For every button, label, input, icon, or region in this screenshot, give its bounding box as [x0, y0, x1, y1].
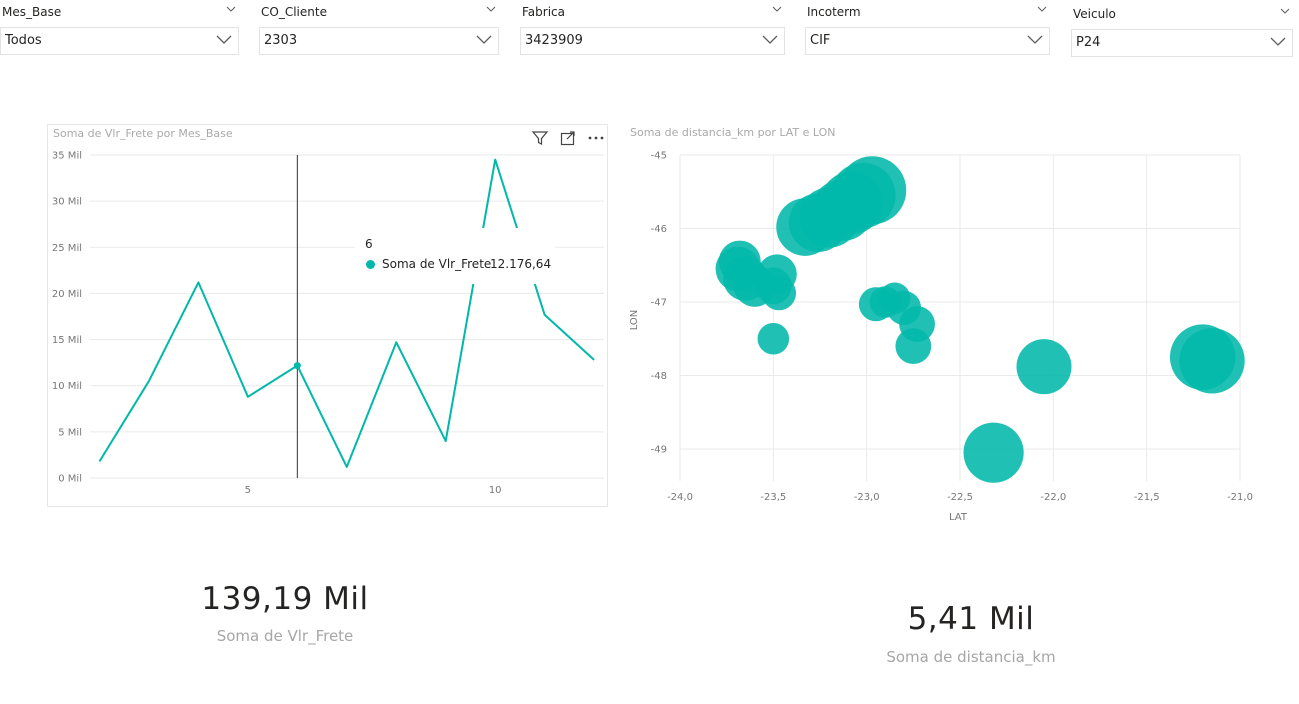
slicer-dropdown[interactable]: Todos: [0, 27, 239, 55]
chevron-down-icon[interactable]: [771, 3, 783, 15]
slicer-mes-base: Mes_Base Todos: [0, 0, 239, 58]
focus-mode-icon[interactable]: [559, 129, 577, 147]
card-label-distancia: Soma de distancia_km: [886, 648, 1056, 666]
chevron-down-icon: [1270, 37, 1286, 46]
slicer-value: P24: [1076, 35, 1101, 50]
tooltip-series-value: 12.176,64: [490, 257, 552, 271]
card-value-vlr-frete: 139,19 Mil: [201, 581, 369, 617]
slicer-value: 2303: [264, 33, 298, 48]
slicer-label: Fabrica: [522, 5, 565, 19]
slicer-header: Mes_Base: [0, 0, 239, 24]
scatter-chart-visual[interactable]: Soma de distancia_km por LAT e LON: [626, 124, 1256, 524]
chart-title: Soma de distancia_km por LAT e LON: [630, 126, 836, 139]
slicer-header: CO_Cliente: [259, 0, 499, 24]
slicer-dropdown[interactable]: 2303: [259, 27, 499, 55]
slicer-value: CIF: [810, 33, 831, 48]
slicer-header: Fabrica: [520, 0, 785, 24]
slicer-label: Incoterm: [807, 5, 861, 19]
more-options-icon[interactable]: [587, 129, 605, 147]
chevron-down-icon: [216, 35, 232, 44]
slicer-veiculo: Veiculo P24: [1071, 2, 1293, 60]
chevron-down-icon[interactable]: [1036, 3, 1048, 15]
slicer-value: Todos: [5, 33, 42, 48]
chevron-down-icon[interactable]: [225, 3, 237, 15]
chevron-down-icon: [1027, 35, 1043, 44]
slicer-dropdown[interactable]: CIF: [805, 27, 1050, 55]
slicer-dropdown[interactable]: P24: [1071, 29, 1293, 57]
card-value-distancia: 5,41 Mil: [907, 601, 1035, 637]
slicer-label: CO_Cliente: [261, 5, 327, 19]
slicer-header: Veiculo: [1071, 2, 1293, 26]
chevron-down-icon: [476, 35, 492, 44]
slicer-label: Mes_Base: [2, 5, 62, 19]
tooltip-series-dot: [366, 260, 375, 269]
line-chart-visual[interactable]: Soma de Vlr_Frete por Mes_Base: [47, 124, 608, 507]
slicer-label: Veiculo: [1073, 7, 1116, 21]
filter-icon[interactable]: [531, 129, 549, 147]
tooltip-header: 6: [365, 237, 373, 251]
chevron-down-icon: [762, 35, 778, 44]
slicer-header: Incoterm: [805, 0, 1050, 24]
tooltip-series-label: Soma de Vlr_Frete: [382, 257, 492, 271]
chevron-down-icon[interactable]: [485, 3, 497, 15]
slicer-incoterm: Incoterm CIF: [805, 0, 1050, 58]
slicer-dropdown[interactable]: 3423909: [520, 27, 785, 55]
chart-title: Soma de Vlr_Frete por Mes_Base: [53, 127, 233, 140]
chart-tooltip: 6 Soma de Vlr_Frete 12.176,64: [355, 228, 555, 284]
card-label-vlr-frete: Soma de Vlr_Frete: [216, 627, 354, 645]
slicer-value: 3423909: [525, 33, 583, 48]
chevron-down-icon[interactable]: [1279, 5, 1291, 17]
slicer-fabrica: Fabrica 3423909: [520, 0, 785, 58]
slicer-co-cliente: CO_Cliente 2303: [259, 0, 499, 58]
